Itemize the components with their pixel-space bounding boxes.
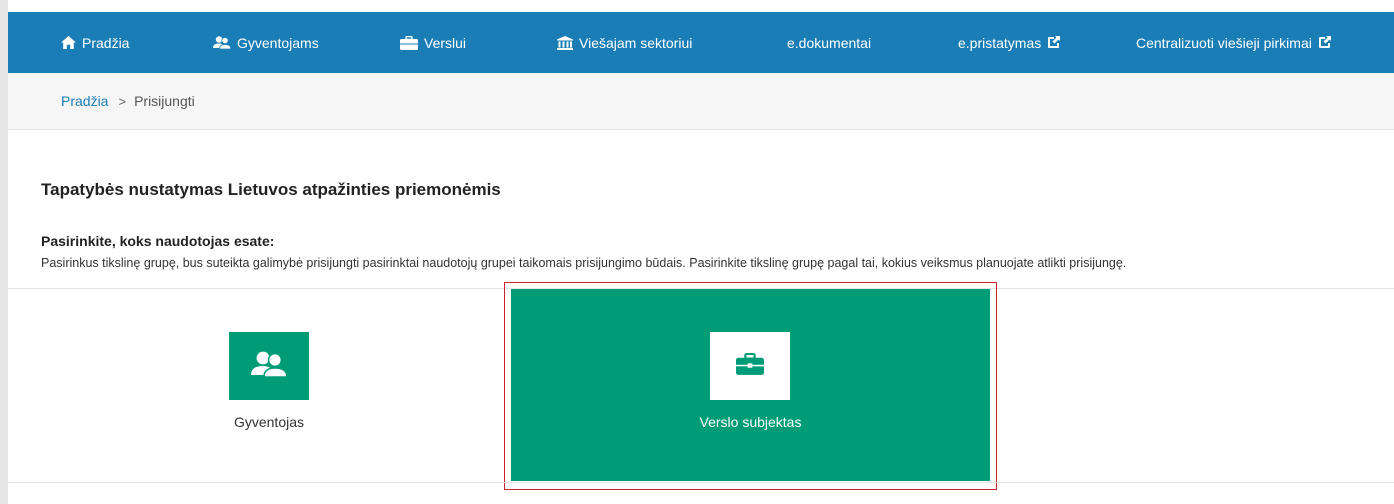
option-citizen-label: Gyventojas <box>233 414 305 430</box>
nav-item-e-dokumentai[interactable]: e.dokumentai <box>787 12 871 73</box>
page: Pradžia Gyventojams Verslui Viešajam sek… <box>0 0 1394 504</box>
home-icon <box>61 36 76 49</box>
nav-item-viesajam-sektoriui[interactable]: Viešajam sektoriui <box>557 12 692 73</box>
nav-item-e-pristatymas[interactable]: e.pristatymas <box>958 12 1061 73</box>
page-title: Tapatybės nustatymas Lietuvos atpažintie… <box>41 180 501 199</box>
breadcrumb: Pradžia > Prisijungti <box>8 73 1394 130</box>
nav-item-label: Verslui <box>424 34 467 51</box>
option-business[interactable]: Verslo subjektas <box>511 289 990 481</box>
option-citizen[interactable]: Gyventojas <box>35 289 503 482</box>
business-icon-box <box>710 332 790 400</box>
section-description: Pasirinkus tikslinę grupę, bus suteikta … <box>41 256 1127 270</box>
section-subtitle: Pasirinkite, koks naudotojas esate: <box>41 233 275 249</box>
nav-item-home[interactable]: Pradžia <box>61 12 129 73</box>
nav-item-label: Pradžia <box>82 34 130 51</box>
breadcrumb-separator: > <box>118 93 127 109</box>
external-link-icon <box>1318 36 1332 49</box>
nav-item-label: Viešajam sektoriui <box>579 34 693 51</box>
citizen-icon-box <box>229 332 309 400</box>
users-icon <box>251 351 288 382</box>
breadcrumb-home-link[interactable]: Pradžia <box>61 93 108 109</box>
option-business-label: Verslo subjektas <box>699 414 802 430</box>
main-navigation: Pradžia Gyventojams Verslui Viešajam sek… <box>8 12 1394 73</box>
briefcase-icon <box>400 35 418 50</box>
nav-item-gyventojams[interactable]: Gyventojams <box>213 12 319 73</box>
breadcrumb-current: Prisijungti <box>134 93 195 109</box>
nav-item-label: Gyventojams <box>237 34 319 51</box>
nav-item-verslui[interactable]: Verslui <box>400 12 466 73</box>
institution-icon <box>557 35 573 50</box>
users-icon <box>213 36 231 49</box>
nav-item-label: Centralizuoti viešieji pirkimai <box>1136 34 1312 51</box>
divider <box>8 482 1394 483</box>
briefcase-icon <box>736 352 764 380</box>
external-link-icon <box>1047 36 1061 49</box>
nav-item-label: e.dokumentai <box>787 34 872 51</box>
nav-item-centralizuoti-pirkimai[interactable]: Centralizuoti viešieji pirkimai <box>1136 12 1332 73</box>
nav-item-label: e.pristatymas <box>958 34 1042 51</box>
